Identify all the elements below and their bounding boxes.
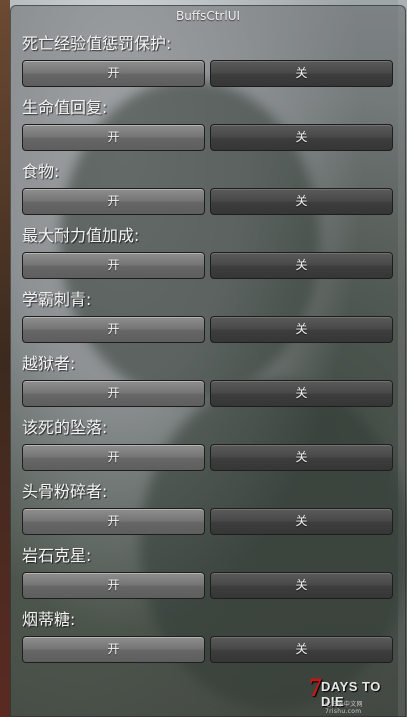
buffs-control-window: BuffsCtrlUI 死亡经验值惩罚保护: 开关生命值回复: 开关食物: 开关最大耐…: [10, 5, 406, 717]
buff-off-button[interactable]: 关: [210, 380, 393, 407]
buff-label: 该死的坠落:: [22, 418, 108, 437]
buff-on-button[interactable]: 开: [22, 60, 205, 87]
buff-row: 食物: 开关: [11, 161, 407, 219]
background-left-edge: [0, 0, 10, 717]
buff-on-button[interactable]: 开: [22, 188, 205, 215]
buff-off-button[interactable]: 关: [210, 636, 393, 663]
buff-on-button[interactable]: 开: [22, 636, 205, 663]
window-title: BuffsCtrlUI: [175, 9, 241, 23]
buff-label: 学霸刺青:: [22, 290, 92, 309]
buff-off-button[interactable]: 关: [210, 252, 393, 279]
buff-label: 食物:: [22, 162, 60, 181]
buff-row: 烟蒂糖: 开关: [11, 609, 407, 667]
buff-row: 越狱者: 开关: [11, 353, 407, 411]
buff-label: 头骨粉碎者:: [22, 482, 108, 501]
logo-subtitle: 七日杀中文网 7rishu.com: [325, 701, 363, 715]
buff-off-button[interactable]: 关: [210, 572, 393, 599]
buff-off-button[interactable]: 关: [210, 508, 393, 535]
buff-row: 岩石克星: 开关: [11, 545, 407, 603]
buff-label: 生命值回复:: [22, 98, 108, 117]
buff-row: 头骨粉碎者: 开关: [11, 481, 407, 539]
buff-off-button[interactable]: 关: [210, 124, 393, 151]
buff-on-button[interactable]: 开: [22, 444, 205, 471]
buff-row: 学霸刺青: 开关: [11, 289, 407, 347]
buff-off-button[interactable]: 关: [210, 60, 393, 87]
game-logo: 7 DAYS TO DIE 七日杀中文网 7rishu.com: [305, 673, 397, 715]
buff-on-button[interactable]: 开: [22, 124, 205, 151]
buff-on-button[interactable]: 开: [22, 252, 205, 279]
buff-on-button[interactable]: 开: [22, 508, 205, 535]
buff-on-button[interactable]: 开: [22, 380, 205, 407]
buff-off-button[interactable]: 关: [210, 316, 393, 343]
buff-label: 岩石克星:: [22, 546, 92, 565]
buff-on-button[interactable]: 开: [22, 316, 205, 343]
buff-label: 最大耐力值加成:: [22, 226, 140, 245]
buff-off-button[interactable]: 关: [210, 444, 393, 471]
buff-row: 死亡经验值惩罚保护: 开关: [11, 33, 407, 91]
buff-label: 越狱者:: [22, 354, 76, 373]
buff-label: 死亡经验值惩罚保护:: [22, 34, 172, 53]
buff-on-button[interactable]: 开: [22, 572, 205, 599]
buff-off-button[interactable]: 关: [210, 188, 393, 215]
buff-row: 生命值回复: 开关: [11, 97, 407, 155]
buff-label: 烟蒂糖:: [22, 610, 76, 629]
buff-row: 最大耐力值加成: 开关: [11, 225, 407, 283]
buff-row: 该死的坠落: 开关: [11, 417, 407, 475]
